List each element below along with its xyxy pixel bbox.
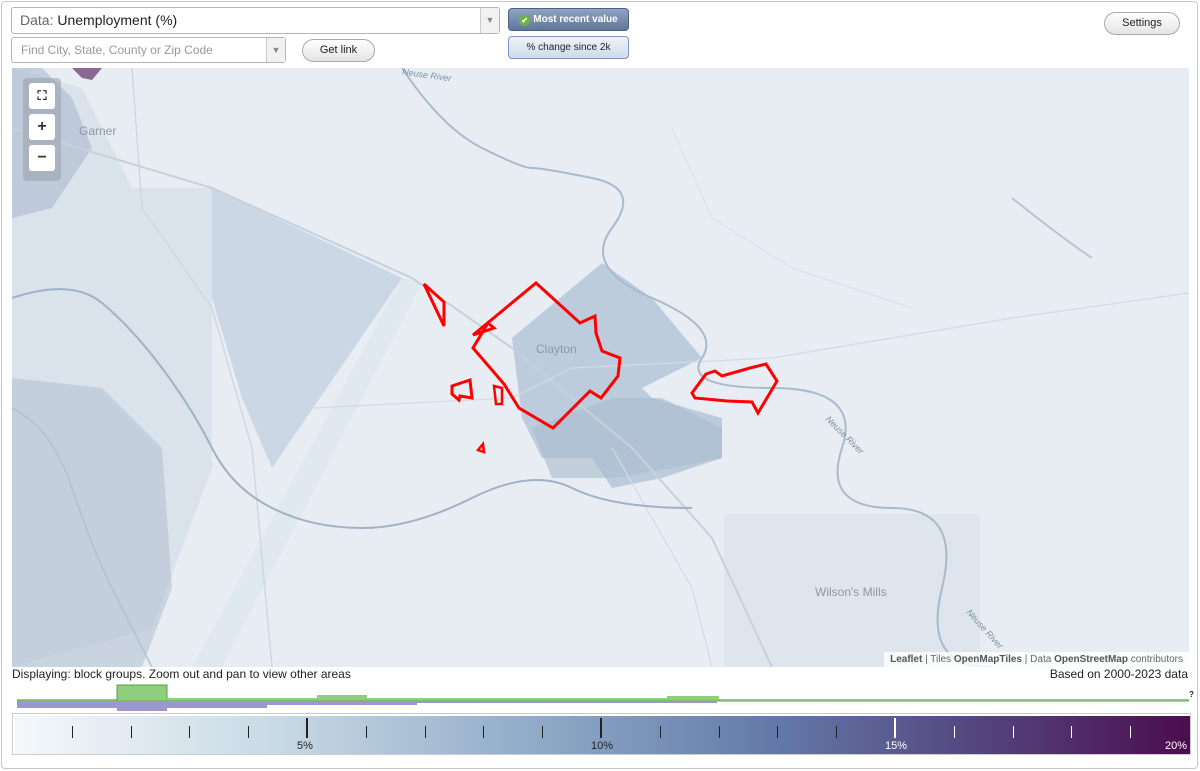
get-link-button[interactable]: Get link	[302, 39, 375, 62]
legend-label: 20%	[1165, 740, 1188, 752]
legend-minor-tick	[953, 726, 955, 738]
hist-purple-bar	[417, 701, 717, 703]
zoom-control: ⛶ + −	[23, 78, 61, 181]
check-icon: ✔	[519, 15, 531, 26]
legend-minor-tick	[248, 726, 250, 738]
color-legend: 5% 10% 15% 20%	[12, 713, 1191, 755]
hist-green-bar	[667, 696, 719, 701]
legend-major-tick	[894, 718, 896, 738]
place-label-wilsons-mills: Wilson's Mills	[815, 585, 887, 599]
legend-minor-tick	[1012, 726, 1014, 738]
river-east	[1011, 197, 1093, 259]
unknown-marker: ?	[1189, 690, 1194, 699]
attribution-contributors: contributors	[1127, 654, 1183, 665]
place-label-clayton: Clayton	[536, 342, 577, 356]
legend-minor-tick	[836, 726, 838, 738]
map-canvas	[12, 68, 1189, 667]
attribution-sep-tiles: | Tiles	[922, 654, 954, 665]
distribution-histogram	[17, 684, 1189, 711]
data-select[interactable]: Data: Unemployment (%) ▼	[11, 7, 500, 34]
legend-minor-tick	[718, 726, 720, 738]
hist-green-bar	[317, 695, 367, 701]
legend-minor-tick	[1071, 726, 1073, 738]
legend-minor-tick	[365, 726, 367, 738]
percent-change-button[interactable]: % change since 2k	[508, 36, 629, 59]
chevron-down-icon[interactable]: ▼	[266, 38, 285, 62]
highlight-west-small	[450, 377, 474, 403]
fullscreen-icon[interactable]: ⛶	[29, 83, 55, 109]
data-select-label: Data:	[20, 12, 54, 28]
data-select-value: Unemployment (%)	[57, 12, 178, 28]
settings-button[interactable]: Settings	[1104, 12, 1180, 35]
most-recent-value-button[interactable]: ✔ Most recent value	[508, 8, 629, 31]
legend-label: 10%	[591, 740, 614, 752]
search-field[interactable]: ▼	[11, 37, 286, 63]
attribution-sep-data: | Data	[1022, 654, 1055, 665]
highlight-south-tiny	[475, 440, 486, 454]
legend-minor-tick	[1130, 726, 1132, 738]
legend-minor-tick	[130, 726, 132, 738]
map-attribution: Leaflet | Tiles OpenMapTiles | Data Open…	[884, 652, 1189, 667]
legend-label: 15%	[885, 740, 908, 752]
highlight-north	[422, 282, 446, 327]
hist-purple-bar	[17, 701, 117, 708]
region-top-purple	[72, 68, 102, 80]
most-recent-label: Most recent value	[533, 14, 618, 25]
hist-green-bar	[116, 684, 168, 702]
legend-minor-tick	[542, 726, 544, 738]
leaflet-link[interactable]: Leaflet	[890, 654, 922, 665]
highlight-west-tiny	[492, 384, 504, 406]
hist-purple-bar	[167, 701, 267, 708]
hist-purple-bar	[117, 701, 167, 711]
search-input[interactable]	[21, 43, 261, 57]
chevron-down-icon[interactable]: ▼	[480, 8, 499, 33]
hist-purple-bar	[267, 701, 417, 705]
map-view[interactable]: Garner Clayton Wilson's Mills Neuse Rive…	[12, 68, 1189, 667]
legend-minor-tick	[483, 726, 485, 738]
road-5	[671, 127, 913, 309]
openmaptiles-link[interactable]: OpenMapTiles	[954, 654, 1022, 665]
openstreetmap-link[interactable]: OpenStreetMap	[1054, 654, 1128, 665]
legend-major-tick	[306, 718, 308, 738]
zoom-out-button[interactable]: −	[29, 145, 55, 171]
legend-minor-tick	[424, 726, 426, 738]
legend-major-tick	[600, 718, 602, 738]
legend-minor-tick	[189, 726, 191, 738]
legend-minor-tick	[659, 726, 661, 738]
displaying-text: Displaying: block groups. Zoom out and p…	[12, 667, 351, 681]
based-on-text: Based on 2000-2023 data	[1049, 667, 1188, 681]
zoom-in-button[interactable]: +	[29, 114, 55, 140]
legend-minor-tick	[777, 726, 779, 738]
place-label-garner: Garner	[79, 124, 117, 138]
legend-minor-tick	[71, 726, 73, 738]
legend-label: 5%	[297, 740, 313, 752]
